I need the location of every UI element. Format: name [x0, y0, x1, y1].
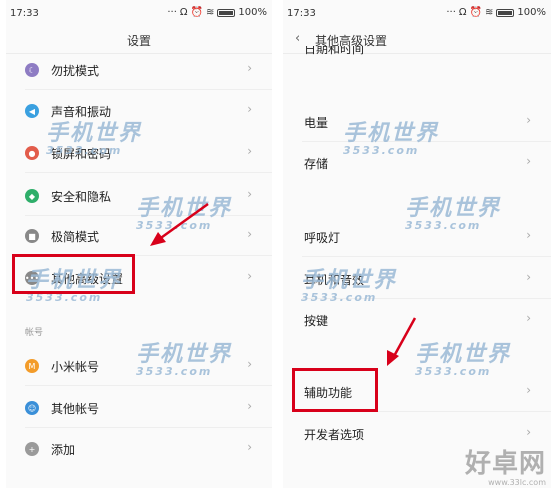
mi-icon: M — [25, 359, 39, 373]
right-screen: 17:33 ··· Ω ⏰ ≋ 100% ‹ 其他高级设置 日期和时间 电量 ›… — [283, 0, 551, 488]
divider — [302, 141, 551, 142]
settings-item-label: 其他帐号 — [51, 402, 100, 416]
divider — [25, 385, 272, 386]
chevron-right-icon: › — [247, 187, 252, 201]
battery-level: 100% — [238, 7, 267, 18]
person-icon: ☺ — [25, 401, 39, 415]
settings-item-battery[interactable]: 电量 › — [283, 102, 551, 142]
divider — [25, 89, 272, 90]
highlight-box — [292, 368, 378, 412]
settings-item-label: 安全和隐私 — [51, 190, 112, 204]
chevron-right-icon: › — [247, 61, 252, 75]
settings-item-label: 声音和振动 — [51, 105, 112, 119]
chevron-right-icon: › — [526, 228, 531, 242]
settings-item-lockscreen[interactable]: ● 锁屏和密码 › — [6, 133, 272, 173]
lock-icon: ● — [25, 146, 39, 160]
settings-item-label: 极简模式 — [51, 230, 100, 244]
chevron-right-icon: › — [526, 113, 531, 127]
status-bar: 17:33 ··· Ω ⏰ ≋ 100% — [6, 0, 272, 26]
chevron-right-icon: › — [526, 270, 531, 284]
divider — [302, 298, 551, 299]
settings-item-datetime-partial[interactable]: 日期和时间 — [283, 46, 551, 60]
divider — [25, 427, 272, 428]
chevron-right-icon: › — [526, 383, 531, 397]
settings-item-label: 勿扰模式 — [51, 64, 100, 78]
chevron-right-icon: › — [526, 154, 531, 168]
settings-item-label: 日期和时间 — [304, 46, 365, 56]
settings-item-label: 按键 — [304, 314, 329, 328]
left-screen: 17:33 ··· Ω ⏰ ≋ 100% 设置 ☾ 勿扰模式 › ◀ 声音和振动… — [6, 0, 272, 488]
settings-item-breathing-light[interactable]: 呼吸灯 › — [283, 217, 551, 257]
chevron-right-icon: › — [247, 102, 252, 116]
alarm-icon: ⏰ — [469, 7, 483, 18]
battery-icon — [217, 9, 236, 17]
minimal-icon: ■ — [25, 229, 39, 243]
settings-item-label: 呼吸灯 — [304, 231, 341, 245]
section-header-accounts: 帐号 — [25, 328, 44, 338]
chevron-right-icon: › — [247, 357, 252, 371]
chevron-right-icon: › — [247, 399, 252, 413]
back-arrow-icon[interactable]: ‹ — [295, 31, 300, 46]
settings-item-label: 电量 — [304, 116, 329, 130]
brand-logo: 好卓网 www.33lc.com — [464, 449, 546, 487]
wifi-icon: ≋ — [206, 7, 215, 18]
settings-item-dnd[interactable]: ☾ 勿扰模式 › — [6, 50, 272, 90]
settings-item-storage[interactable]: 存储 › — [283, 143, 551, 183]
settings-item-label: 开发者选项 — [304, 428, 365, 442]
divider — [25, 172, 272, 173]
settings-item-label: 锁屏和密码 — [51, 147, 112, 161]
highlight-box — [12, 254, 135, 294]
more-dots-icon: ··· — [167, 7, 177, 18]
settings-item-label: 小米帐号 — [51, 360, 100, 374]
chevron-right-icon: › — [247, 227, 252, 241]
settings-item-label: 存储 — [304, 157, 329, 171]
divider — [302, 256, 551, 257]
status-time: 17:33 — [10, 8, 39, 19]
settings-item-label: 耳机和音效 — [304, 273, 365, 287]
settings-item-minimal[interactable]: ■ 极简模式 › — [6, 216, 272, 256]
arrow-annotation — [387, 317, 417, 366]
headphone-icon: Ω — [458, 7, 467, 18]
wifi-icon: ≋ — [485, 7, 494, 18]
more-dots-icon: ··· — [446, 7, 456, 18]
shield-icon: ◆ — [25, 189, 39, 203]
settings-item-sound[interactable]: ◀ 声音和振动 › — [6, 91, 272, 131]
status-bar: 17:33 ··· Ω ⏰ ≋ 100% — [283, 0, 551, 26]
alarm-icon: ⏰ — [190, 7, 204, 18]
settings-item-other-accounts[interactable]: ☺ 其他帐号 › — [6, 388, 272, 428]
settings-item-security[interactable]: ◆ 安全和隐私 › — [6, 176, 272, 216]
settings-item-label: 添加 — [51, 443, 76, 457]
chevron-right-icon: › — [247, 440, 252, 454]
moon-icon: ☾ — [25, 63, 39, 77]
page-title: 设置 — [126, 34, 151, 48]
settings-item-mi-account[interactable]: M 小米帐号 › — [6, 346, 272, 386]
headphone-icon: Ω — [179, 7, 188, 18]
settings-item-add[interactable]: + 添加 › — [6, 429, 272, 469]
chevron-right-icon: › — [526, 311, 531, 325]
plus-icon: + — [25, 442, 39, 456]
chevron-right-icon: › — [247, 144, 252, 158]
chevron-right-icon: › — [247, 269, 252, 283]
battery-icon — [496, 9, 515, 17]
settings-item-headphones[interactable]: 耳机和音效 › — [283, 259, 551, 299]
speaker-icon: ◀ — [25, 104, 39, 118]
battery-level: 100% — [517, 7, 546, 18]
chevron-right-icon: › — [526, 425, 531, 439]
arrow-annotation — [150, 202, 209, 246]
status-time: 17:33 — [287, 8, 316, 19]
